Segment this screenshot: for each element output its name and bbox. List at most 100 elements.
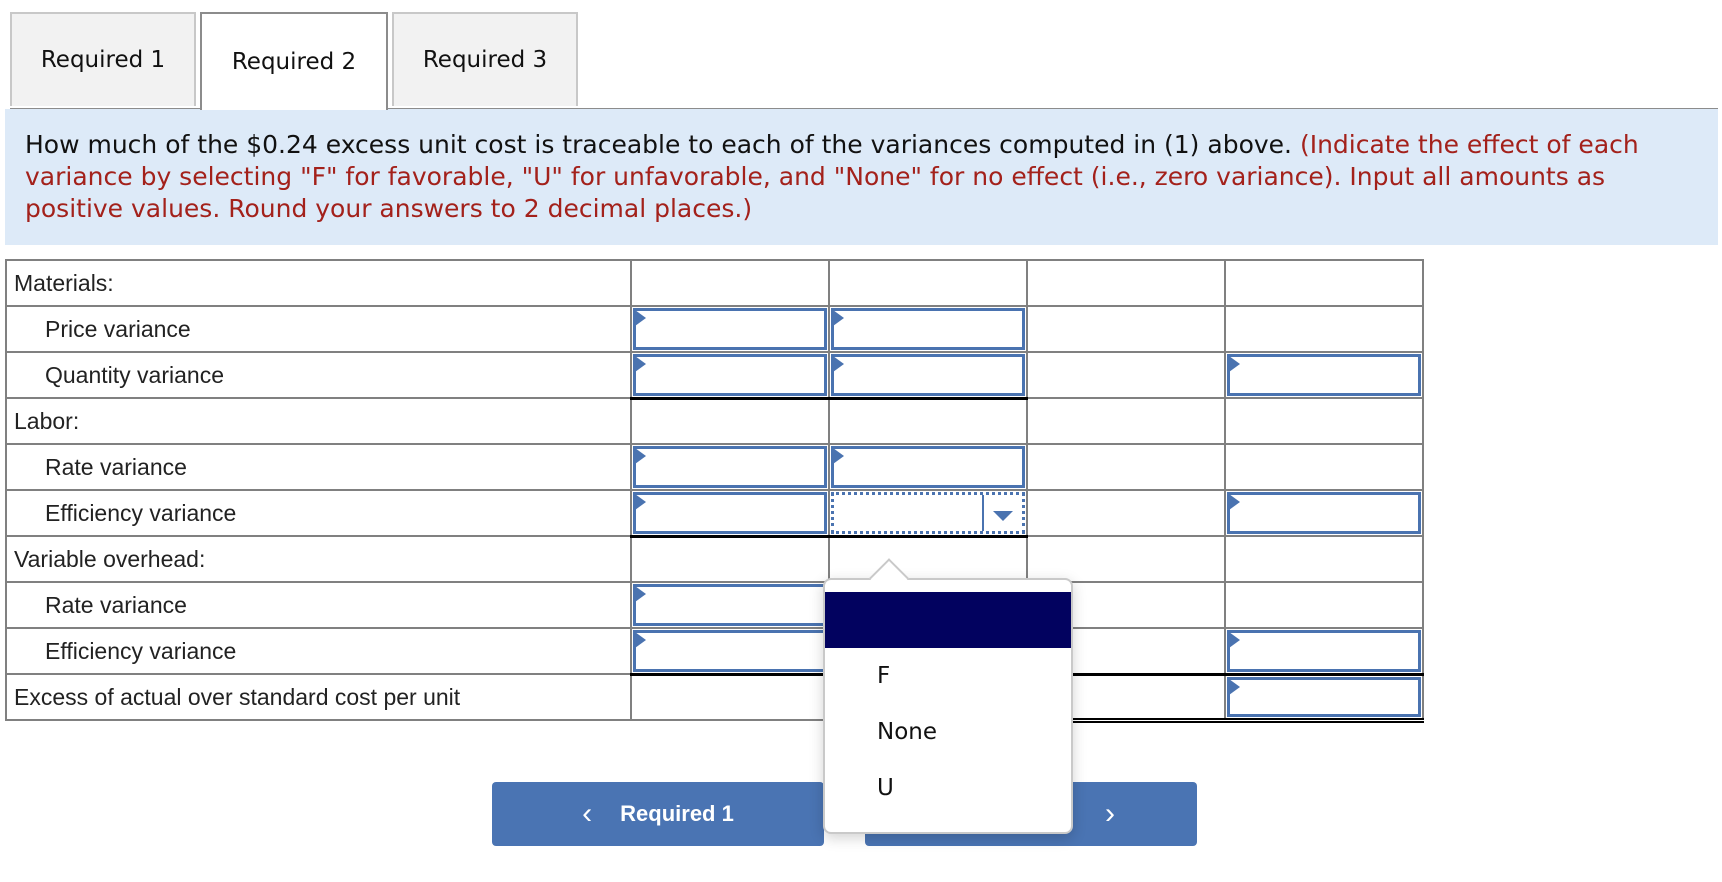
input-flag-icon (1229, 632, 1240, 648)
cell (630, 627, 830, 676)
cell (630, 489, 830, 538)
input-flag-icon (635, 310, 646, 326)
tab-bar: Required 1 Required 2 Required 3 (10, 12, 1718, 110)
row-label: Rate variance (5, 581, 632, 629)
effect-select-active[interactable] (831, 492, 1025, 534)
tab-required-1[interactable]: Required 1 (10, 12, 196, 106)
empty-cell (1026, 443, 1226, 491)
row-label: Quantity variance (5, 351, 632, 399)
empty-cell (630, 535, 830, 583)
empty-cell (1026, 259, 1226, 307)
option-label: F (877, 663, 891, 689)
chevron-right-icon: › (1105, 797, 1115, 830)
amount-input[interactable] (633, 492, 827, 534)
input-flag-icon (833, 310, 844, 326)
table-row: Price variance (5, 305, 1424, 353)
tab-required-3[interactable]: Required 3 (392, 12, 578, 106)
table-row: Materials: (5, 259, 1424, 307)
table-row: Labor: (5, 397, 1424, 445)
table-row: Quantity variance (5, 351, 1424, 400)
cell (1224, 627, 1424, 676)
tab-required-2[interactable]: Required 2 (200, 12, 388, 110)
input-flag-icon (1229, 356, 1240, 372)
amount-input[interactable] (633, 584, 827, 626)
effect-select[interactable] (831, 354, 1025, 396)
cell (828, 351, 1028, 400)
empty-cell (1224, 581, 1424, 629)
effect-select[interactable] (831, 308, 1025, 350)
empty-cell (1224, 305, 1424, 353)
empty-cell (1026, 535, 1226, 583)
instruction-box: How much of the $0.24 excess unit cost i… (5, 109, 1718, 245)
input-flag-icon (635, 632, 646, 648)
input-flag-icon (635, 494, 646, 510)
cell (630, 305, 830, 353)
excess-total-input[interactable] (1227, 676, 1421, 717)
cell (630, 581, 830, 629)
input-flag-icon (1229, 678, 1240, 695)
option-label: U (877, 775, 894, 801)
effect-select[interactable] (831, 446, 1025, 488)
amount-input[interactable] (633, 630, 827, 672)
cell (630, 443, 830, 491)
row-label: Efficiency variance (5, 627, 632, 675)
table-row: Rate variance (5, 581, 1424, 629)
empty-cell (1224, 397, 1424, 445)
row-label: Price variance (5, 305, 632, 353)
empty-cell (828, 535, 1028, 583)
table-row: Efficiency variance (5, 489, 1424, 538)
amount-input[interactable] (633, 446, 827, 488)
dropdown-option-u[interactable]: U (825, 760, 1071, 816)
empty-cell (1026, 351, 1226, 399)
empty-cell (1026, 305, 1226, 353)
input-flag-icon (635, 586, 646, 602)
cell (828, 305, 1028, 353)
dropdown-option-blank[interactable] (825, 592, 1071, 648)
variance-table: Materials: Price variance Quantity varia… (5, 259, 1424, 723)
cell (828, 443, 1028, 491)
input-flag-icon (833, 356, 844, 372)
empty-cell (630, 259, 830, 307)
empty-cell (630, 673, 830, 721)
prev-required-button[interactable]: ‹ Required 1 (492, 782, 824, 846)
table-row: Variable overhead: (5, 535, 1424, 583)
tab-label: Required 3 (422, 47, 548, 73)
row-label: Efficiency variance (5, 489, 632, 537)
option-label: None (877, 719, 938, 745)
dropdown-option-none[interactable]: None (825, 704, 1071, 760)
input-flag-icon (635, 448, 646, 464)
row-label: Materials: (5, 259, 632, 307)
table-row: Rate variance (5, 443, 1424, 491)
amount-input[interactable] (633, 354, 827, 396)
empty-cell (828, 259, 1028, 307)
labor-total-input[interactable] (1227, 492, 1421, 534)
empty-cell (1224, 259, 1424, 307)
prev-button-label: Required 1 (620, 801, 734, 826)
chevron-left-icon: ‹ (582, 797, 593, 830)
overhead-total-input[interactable] (1227, 630, 1421, 672)
question-text: How much of the $0.24 excess unit cost i… (25, 130, 1292, 159)
input-flag-icon (635, 356, 646, 372)
empty-cell (1026, 397, 1226, 445)
empty-cell (828, 397, 1028, 445)
dropdown-option-f[interactable]: F (825, 648, 1071, 704)
cell (630, 351, 830, 400)
empty-cell (630, 397, 830, 445)
empty-cell (1224, 535, 1424, 583)
empty-cell (1224, 443, 1424, 491)
empty-cell (1026, 489, 1226, 537)
chevron-down-icon[interactable] (993, 511, 1013, 521)
effect-dropdown-menu: F None U (823, 558, 1073, 834)
materials-total-input[interactable] (1227, 354, 1421, 396)
row-label: Labor: (5, 397, 632, 445)
tab-label: Required 1 (40, 47, 166, 73)
cell (828, 489, 1028, 538)
cell (1224, 489, 1424, 537)
input-flag-icon (1229, 494, 1240, 510)
row-label: Excess of actual over standard cost per … (5, 673, 632, 721)
row-label: Variable overhead: (5, 535, 632, 583)
table-row: Efficiency variance (5, 627, 1424, 676)
row-label: Rate variance (5, 443, 632, 491)
tab-label: Required 2 (231, 49, 357, 75)
amount-input[interactable] (633, 308, 827, 350)
